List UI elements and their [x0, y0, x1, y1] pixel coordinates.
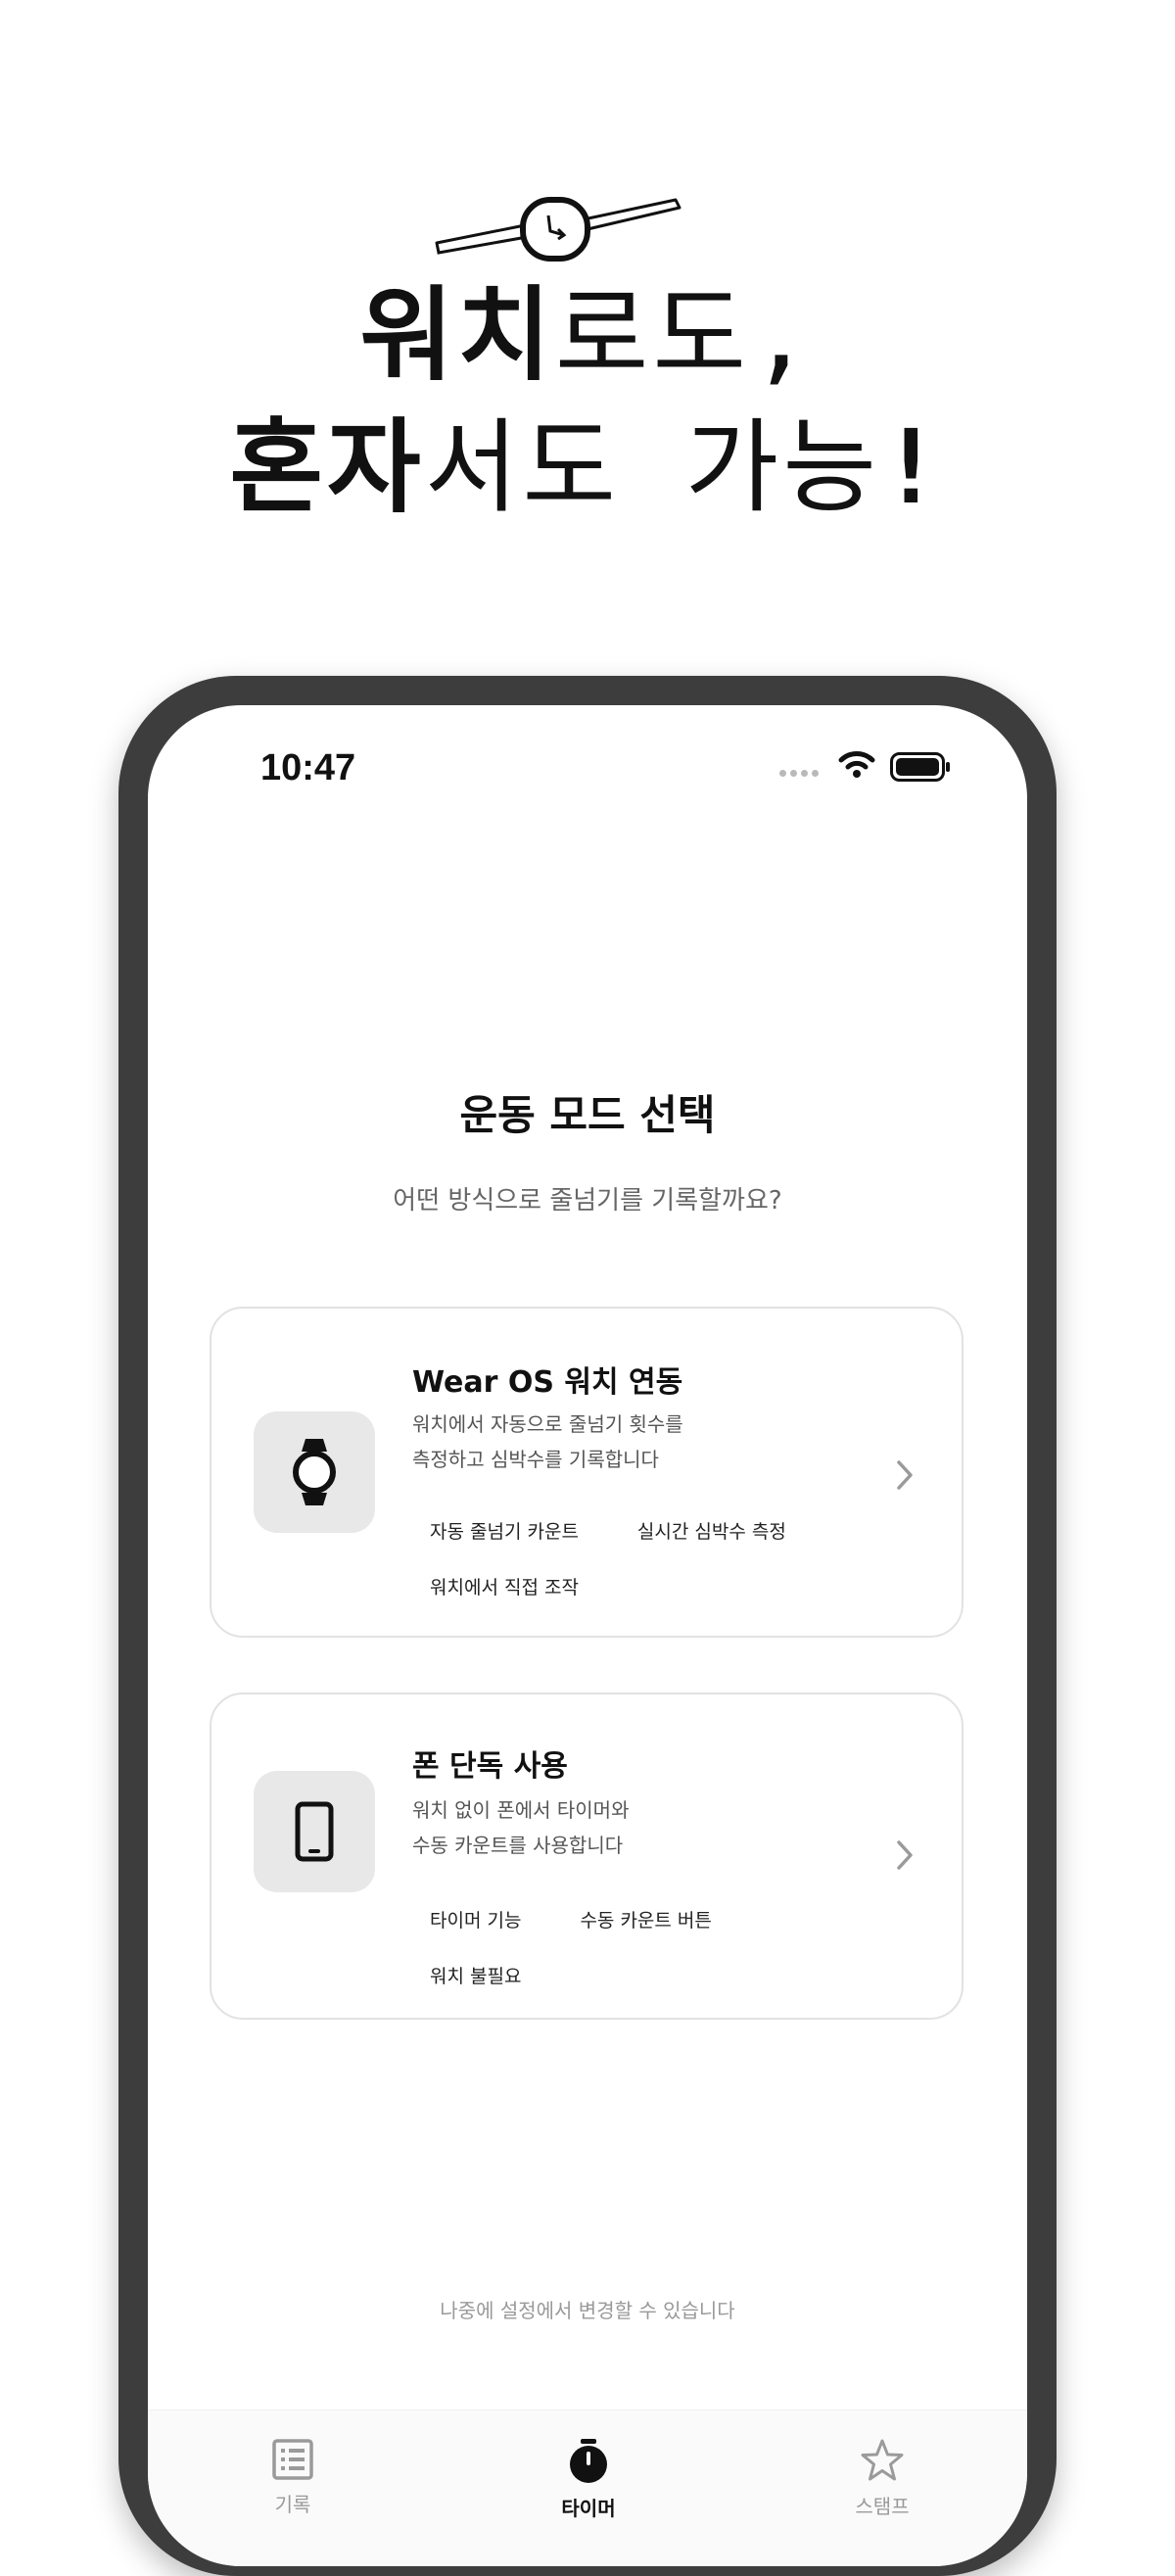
headline-exclamation: !	[880, 407, 946, 527]
page-subtitle: 어떤 방식으로 줄넘기를 기록할까요?	[393, 1186, 782, 1216]
card-description: 워치 없이 폰에서 타이머와 수동 카운트를 사용합니다	[412, 1792, 629, 1863]
star-icon	[861, 2439, 904, 2481]
card-description: 워치에서 자동으로 줄넘기 횟수를 측정하고 심박수를 기록합니다	[412, 1407, 683, 1477]
status-bar: 10:47	[148, 705, 1027, 823]
tab-label: 스탬프	[855, 2495, 910, 2518]
tab-label: 기록	[274, 2493, 311, 2516]
stopwatch-icon	[570, 2439, 607, 2483]
smartphone-icon	[295, 1801, 334, 1862]
page-title: 운동 모드 선택	[459, 1091, 716, 1139]
feature-tag: 워치에서 직접 조작	[430, 1577, 579, 1598]
watch-icon	[293, 1439, 336, 1505]
card-title: 폰 단독 사용	[412, 1749, 568, 1784]
mode-card-phone-only[interactable]: 폰 단독 사용 워치 없이 폰에서 타이머와 수동 카운트를 사용합니다 타이머…	[210, 1693, 964, 2020]
headline-bold-part: 워치	[359, 275, 555, 395]
tab-records[interactable]: 기록	[214, 2438, 371, 2517]
chevron-right-icon	[897, 1840, 913, 1870]
tab-timer[interactable]: 타이머	[510, 2438, 667, 2521]
promo-headline-line1: 워치로도,	[0, 284, 1175, 386]
feature-tag: 타이머 기능	[430, 1910, 522, 1932]
mode-card-wear-os[interactable]: Wear OS 워치 연동 워치에서 자동으로 줄넘기 횟수를 측정하고 심박수…	[210, 1307, 964, 1638]
tab-bar: 기록 타이머 스탬프	[148, 2409, 1027, 2566]
tab-label: 타이머	[561, 2497, 616, 2520]
list-icon	[272, 2439, 313, 2480]
card-title: Wear OS 워치 연동	[412, 1365, 683, 1400]
card-description-line: 워치 없이 폰에서 타이머와	[412, 1798, 630, 1822]
feature-tags: 타이머 기능 수동 카운트 버튼워치 불필요	[412, 1898, 902, 2010]
feature-tags: 자동 줄넘기 카운트 실시간 심박수 측정워치에서 직접 조작	[412, 1509, 902, 1621]
card-icon-box	[254, 1771, 375, 1892]
chevron-right-icon	[897, 1460, 913, 1490]
watch-illustration-icon	[435, 197, 682, 262]
headline-bold-part: 혼자	[229, 407, 425, 527]
wifi-icon	[838, 751, 875, 778]
cellular-signal-icon	[779, 770, 819, 777]
card-description-line: 워치에서 자동으로 줄넘기 횟수를	[412, 1412, 683, 1436]
status-time: 10:47	[260, 747, 356, 788]
feature-tag: 워치 불필요	[430, 1966, 522, 1987]
headline-light-part: 로도,	[554, 275, 816, 395]
settings-note: 나중에 설정에서 변경할 수 있습니다	[440, 2299, 735, 2322]
card-description-line: 수동 카운트를 사용합니다	[412, 1834, 624, 1857]
feature-tag: 수동 카운트 버튼	[580, 1910, 712, 1932]
phone-frame: 10:47 운동 모드 선택 어떤 방식으로 줄넘기를 기록할까요? Wear …	[118, 676, 1057, 2576]
headline-light-part: 서도 가능	[424, 407, 881, 527]
feature-tag: 자동 줄넘기 카운트	[430, 1521, 579, 1543]
tab-stamp[interactable]: 스탬프	[804, 2438, 961, 2519]
battery-icon	[890, 752, 950, 782]
feature-tag: 실시간 심박수 측정	[636, 1521, 786, 1543]
card-icon-box	[254, 1411, 375, 1533]
promo-header: 워치로도, 혼자서도 가능!	[0, 0, 1175, 588]
phone-screen: 10:47 운동 모드 선택 어떤 방식으로 줄넘기를 기록할까요? Wear …	[148, 705, 1027, 2566]
card-description-line: 측정하고 심박수를 기록합니다	[412, 1448, 659, 1471]
promo-headline-line2: 혼자서도 가능!	[0, 416, 1175, 518]
